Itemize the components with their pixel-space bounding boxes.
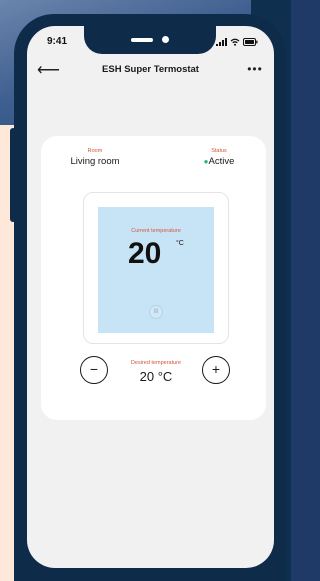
speaker-icon	[131, 38, 153, 42]
current-temperature-value: 20	[128, 237, 162, 270]
battery-icon	[243, 33, 258, 51]
thermostat-display: Current temperature 20 °C III	[98, 207, 214, 333]
thermostat-card: Room Living room Status ●Active Current …	[41, 136, 266, 420]
room-info: Room Living room	[55, 148, 135, 167]
room-label: Room	[87, 148, 103, 154]
status-time: 9:41	[47, 36, 68, 47]
wifi-icon	[230, 33, 240, 51]
status-label: Status	[211, 148, 227, 154]
more-options-icon[interactable]: •••	[244, 60, 266, 82]
camera-icon	[162, 36, 169, 43]
thermostat-button[interactable]: III	[149, 305, 163, 319]
phone-notch	[84, 26, 216, 54]
increase-temperature-button[interactable]: +	[202, 356, 230, 384]
decrease-temperature-button[interactable]: −	[80, 356, 108, 384]
back-arrow-icon[interactable]: ⟵	[37, 60, 60, 82]
current-temperature-unit: °C	[176, 240, 184, 247]
desired-temperature-label: Desired temperature	[130, 360, 182, 366]
current-temperature-label: Current temperature	[131, 228, 181, 234]
status-icons	[216, 37, 258, 46]
room-value: Living room	[70, 156, 120, 167]
page-title: ESH Super Termostat	[102, 64, 199, 75]
signal-icon	[216, 33, 227, 51]
app-header: ⟵ ESH Super Termostat •••	[27, 60, 274, 82]
desired-temperature-value: 20 °C	[139, 369, 173, 384]
thermostat-device: Current temperature 20 °C III	[83, 192, 229, 344]
status-badge: ●Active	[184, 156, 254, 167]
phone-screen: 9:41 ⟵ ESH Super Termostat ••• Room Livi…	[27, 26, 274, 568]
status-value: Active	[208, 156, 235, 167]
status-info: Status ●Active	[184, 148, 254, 167]
